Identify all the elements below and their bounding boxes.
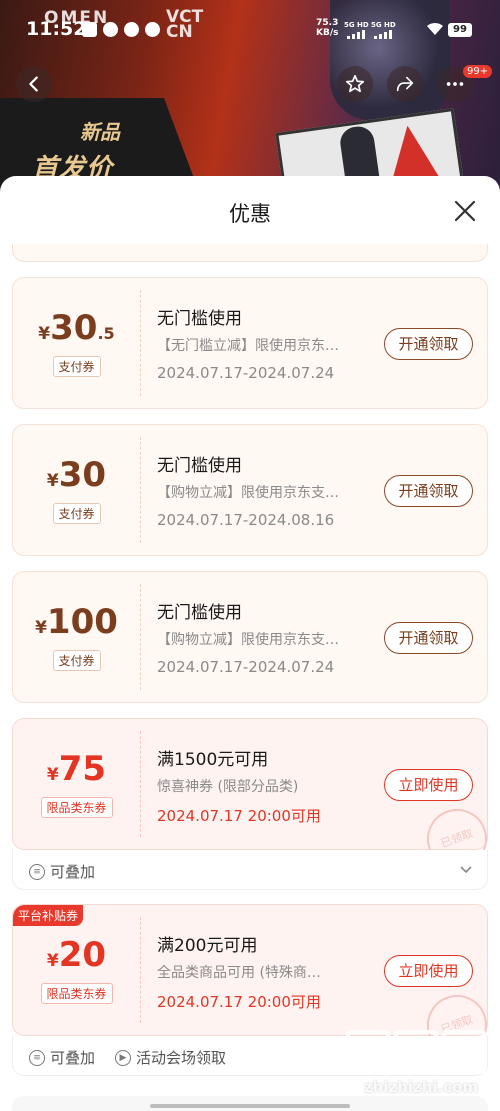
- coupon-validity: 2024.07.17-2024.08.16: [157, 511, 335, 529]
- share-button[interactable]: [387, 66, 423, 102]
- coupon-type-tag: 限品类东券: [40, 797, 113, 818]
- coupon-card[interactable]: ¥30 支付券 无门槛使用 【购物立减】限使用京东支… 2024.07.17-2…: [12, 424, 488, 556]
- coupon-validity: 2024.07.17 20:00可用: [157, 807, 321, 825]
- coupon-amount: ¥30: [46, 455, 107, 495]
- coupon-title: 满1500元可用: [157, 750, 269, 770]
- badge-line-1: 新品: [80, 120, 120, 144]
- coupon-title: 无门槛使用: [157, 309, 242, 329]
- chat-icon: [124, 22, 139, 37]
- coupon-card-partial: [12, 244, 488, 262]
- coupon-footer[interactable]: ≡ 可叠加: [12, 850, 488, 890]
- coupon-title: 满200元可用: [157, 936, 258, 956]
- coupon-amount: ¥75: [46, 749, 107, 789]
- coupon-bottom-sheet: 优惠 ¥30.5 支付券 无门槛使用 【无门槛立减】限使用京东… 2024.07…: [0, 176, 500, 1111]
- coupon-card[interactable]: 平台补贴券 ¥20 限品类东券 满200元可用 全品类商品可用 (特殊商… 20…: [12, 904, 496, 1064]
- coupon-type-tag: 支付券: [52, 650, 101, 671]
- stackable-info: ≡ 可叠加: [29, 1047, 95, 1068]
- status-time: 11:52: [26, 18, 87, 40]
- use-now-button[interactable]: 立即使用: [384, 955, 473, 987]
- network-speed: 75.3 KB/s: [316, 18, 339, 38]
- chevron-left-icon: [29, 76, 38, 92]
- notification-icons: [82, 22, 160, 37]
- stack-icon: ≡: [29, 1049, 45, 1066]
- chevron-down-icon[interactable]: [459, 862, 473, 876]
- message-count-badge: 99+: [463, 65, 493, 78]
- coupon-validity: 2024.07.17-2024.07.24: [157, 364, 335, 382]
- coupon-description: 惊喜神券 (限部分品类): [157, 779, 299, 795]
- coupon-description: 全品类商品可用 (特殊商…: [157, 965, 321, 981]
- coupon-amount: ¥30.5: [38, 308, 115, 348]
- watermark-text: zhizhizhi.com: [363, 1078, 479, 1096]
- wechat-icon: [103, 22, 118, 37]
- activate-claim-button[interactable]: 开通领取: [384, 475, 473, 507]
- cloud-icon: [145, 22, 160, 37]
- status-bar: 11:52 75.3 KB/s 5G HD 5G HD 99: [0, 0, 500, 60]
- coupon-validity: 2024.07.17 20:00可用: [157, 993, 321, 1011]
- activate-claim-button[interactable]: 开通领取: [384, 622, 473, 654]
- coupon-card[interactable]: ¥30.5 支付券 无门槛使用 【无门槛立减】限使用京东… 2024.07.17…: [12, 277, 488, 409]
- sim1-signal-icon: [347, 30, 365, 39]
- sim1-label: 5G HD: [344, 21, 369, 29]
- sheet-title: 优惠: [229, 202, 271, 226]
- activate-claim-button[interactable]: 开通领取: [384, 328, 473, 360]
- coupon-type-tag: 支付券: [52, 356, 101, 377]
- coupon-description: 【购物立减】限使用京东支…: [157, 632, 339, 648]
- site-watermark: zhizhizhi.com: [346, 1030, 496, 1110]
- use-now-button[interactable]: 立即使用: [384, 769, 473, 801]
- share-icon: [396, 76, 414, 92]
- battery-icon: 99: [448, 23, 472, 37]
- more-dots-icon: [446, 82, 464, 86]
- back-button[interactable]: [16, 66, 52, 102]
- coupon-type-tag: 支付券: [52, 503, 101, 524]
- coupon-card[interactable]: ¥75 限品类东券 满1500元可用 惊喜神券 (限部分品类) 2024.07.…: [12, 718, 496, 878]
- watermark-logo: [346, 1030, 496, 1074]
- coupon-validity: 2024.07.17-2024.07.24: [157, 658, 335, 676]
- wifi-icon: [427, 22, 443, 35]
- stackable-info: ≡ 可叠加: [29, 861, 95, 882]
- stack-icon: ≡: [29, 863, 45, 880]
- close-icon[interactable]: [452, 198, 478, 224]
- favorite-button[interactable]: [337, 66, 373, 102]
- star-icon: [345, 74, 365, 93]
- source-info: ▶ 活动会场领取: [115, 1047, 226, 1068]
- coupon-card[interactable]: ¥100 支付券 无门槛使用 【购物立减】限使用京东支… 2024.07.17-…: [12, 571, 488, 703]
- home-indicator[interactable]: [150, 1104, 350, 1108]
- coupon-title: 无门槛使用: [157, 456, 242, 476]
- coupon-description: 【无门槛立减】限使用京东…: [157, 338, 339, 354]
- coupon-type-tag: 限品类东券: [40, 983, 113, 1004]
- coupon-title: 无门槛使用: [157, 603, 242, 623]
- sim2-signal-icon: [374, 30, 392, 39]
- app-notification-icon: [82, 22, 97, 37]
- coupon-amount: ¥100: [35, 602, 118, 642]
- coupon-amount: ¥20: [46, 935, 107, 975]
- flag-icon: ▶: [115, 1049, 131, 1066]
- coupon-description: 【购物立减】限使用京东支…: [157, 485, 339, 501]
- sim2-label: 5G HD: [371, 21, 396, 29]
